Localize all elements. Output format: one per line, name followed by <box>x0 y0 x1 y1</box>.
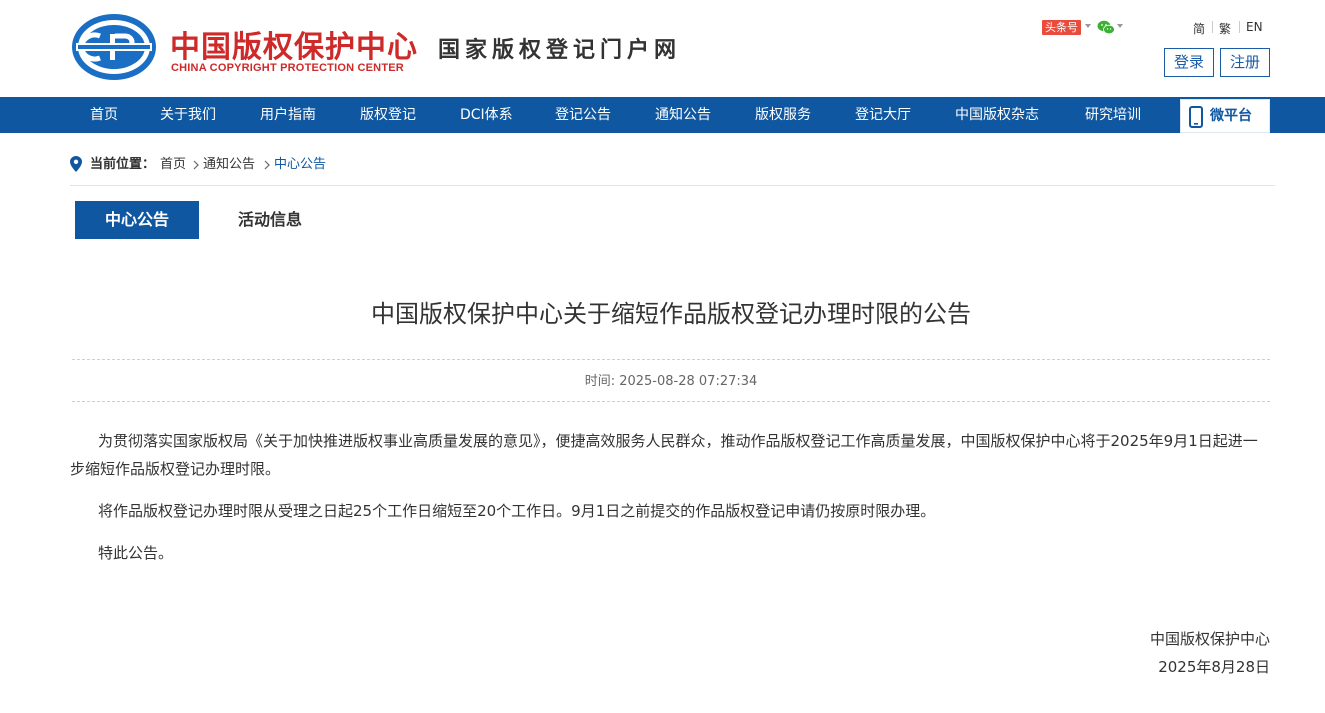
login-button[interactable]: 登录 <box>1164 48 1214 77</box>
nav-item-about[interactable]: 关于我们 <box>160 97 216 133</box>
divider <box>1212 21 1213 33</box>
divider <box>72 401 1270 402</box>
chevron-right-icon <box>193 160 199 170</box>
micro-platform-label: 微平台 <box>1210 108 1252 124</box>
portal-name: 国家版权登记门户网 <box>438 37 682 63</box>
nav-item-magazine[interactable]: 中国版权杂志 <box>955 97 1039 133</box>
article-time: 时间: 2025-08-28 07:27:34 <box>584 374 758 389</box>
lang-simplified[interactable]: 简 <box>1193 20 1205 37</box>
micro-platform-button[interactable]: 微平台 <box>1180 99 1270 133</box>
article-paragraph: 将作品版权登记办理时限从受理之日起25个工作日缩短至20个工作日。9月1日之前提… <box>98 502 936 520</box>
breadcrumb-prefix: 当前位置： <box>90 157 156 172</box>
signature-date: 2025年8月28日 <box>1158 658 1270 676</box>
divider <box>72 359 1270 360</box>
chevron-down-icon <box>1085 24 1091 28</box>
chevron-down-icon <box>1117 24 1123 28</box>
lang-english[interactable]: EN <box>1246 20 1263 34</box>
nav-item-research[interactable]: 研究培训 <box>1085 97 1141 133</box>
nav-item-dci[interactable]: DCI体系 <box>460 97 513 133</box>
site-header: 中国版权保护中心 CHINA COPYRIGHT PROTECTION CENT… <box>0 0 1325 97</box>
tab-activity-info[interactable]: 活动信息 <box>222 201 318 239</box>
nav-item-services[interactable]: 版权服务 <box>755 97 811 133</box>
main-nav: 首页 关于我们 用户指南 版权登记 DCI体系 登记公告 通知公告 版权服务 登… <box>0 97 1325 133</box>
org-name-cn: 中国版权保护中心 <box>170 30 418 65</box>
lang-traditional[interactable]: 繁 <box>1219 20 1231 37</box>
mobile-phone-icon <box>1189 106 1203 128</box>
nav-item-home[interactable]: 首页 <box>90 97 118 133</box>
breadcrumb-notices[interactable]: 通知公告 <box>203 157 255 173</box>
divider <box>1239 21 1240 33</box>
org-name-en: CHINA COPYRIGHT PROTECTION CENTER <box>171 62 404 74</box>
location-pin-icon <box>70 156 82 172</box>
divider <box>70 185 1275 186</box>
breadcrumb-current[interactable]: 中心公告 <box>274 157 326 173</box>
register-button[interactable]: 注册 <box>1220 48 1270 77</box>
article-paragraph: 为贯彻落实国家版权局《关于加快推进版权事业高质量发展的意见》，便捷高效服务人民群… <box>70 432 1258 478</box>
nav-item-notices[interactable]: 通知公告 <box>655 97 711 133</box>
article-paragraph: 特此公告。 <box>98 544 174 562</box>
breadcrumb-home[interactable]: 首页 <box>160 157 186 173</box>
article-title: 中国版权保护中心关于缩短作品版权登记办理时限的公告 <box>371 300 971 328</box>
nav-item-registration[interactable]: 版权登记 <box>360 97 416 133</box>
nav-item-registration-notices[interactable]: 登记公告 <box>555 97 611 133</box>
toutiao-link[interactable]: 头条号 <box>1042 20 1081 35</box>
wechat-icon[interactable] <box>1097 20 1115 35</box>
copyright-center-logo-icon[interactable] <box>70 12 158 82</box>
nav-item-user-guide[interactable]: 用户指南 <box>260 97 316 133</box>
chevron-right-icon <box>264 160 270 170</box>
tab-center-notices[interactable]: 中心公告 <box>75 201 199 239</box>
nav-item-hall[interactable]: 登记大厅 <box>855 97 911 133</box>
signature-org: 中国版权保护中心 <box>1149 630 1270 648</box>
